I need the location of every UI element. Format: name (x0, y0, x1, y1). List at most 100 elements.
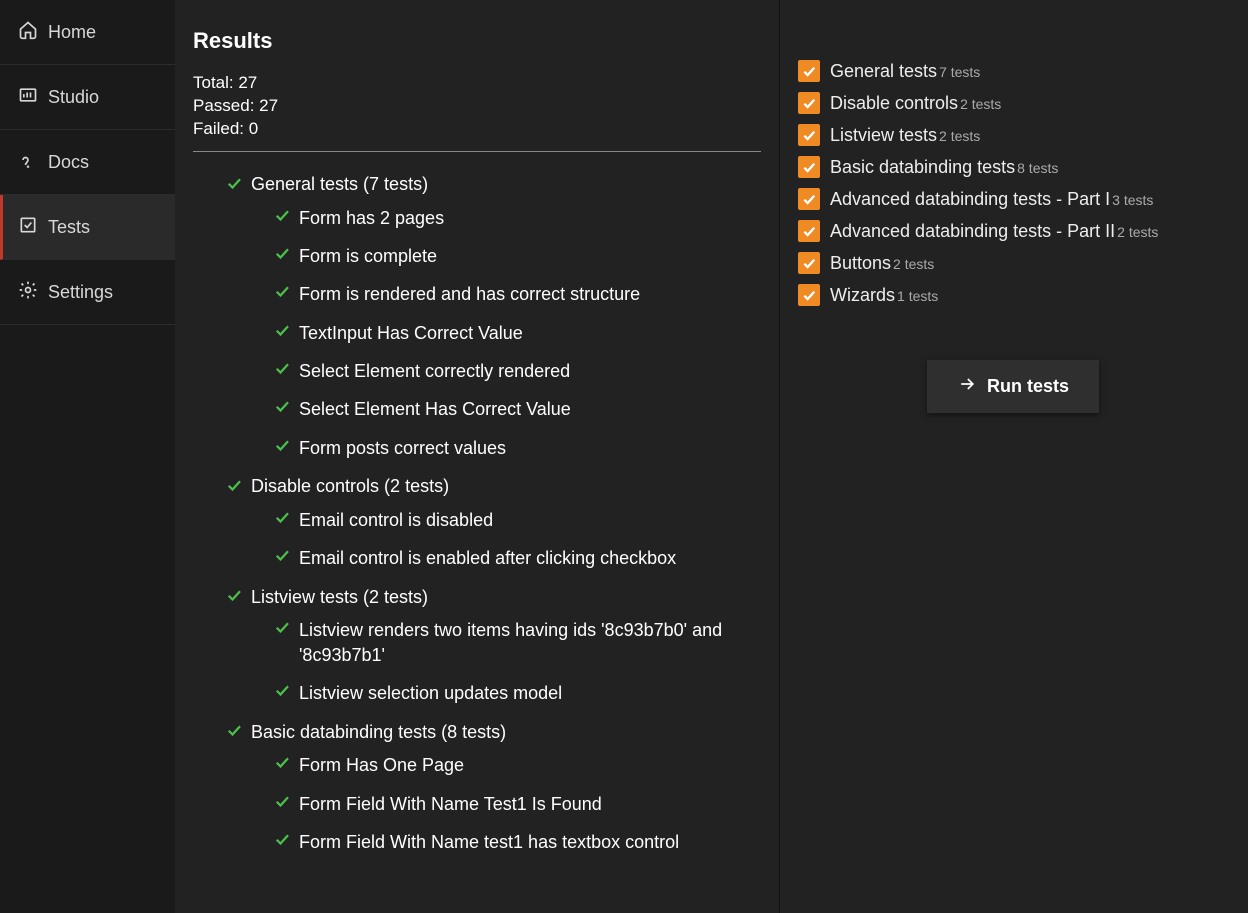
suite-row[interactable]: Basic databinding tests8 tests (798, 156, 1228, 178)
check-icon (273, 321, 291, 343)
checkbox[interactable] (798, 92, 820, 114)
results-body: General tests (7 tests) Form has 2 pages F… (175, 162, 779, 913)
suite-row[interactable]: Wizards1 tests (798, 284, 1228, 306)
checkbox[interactable] (798, 124, 820, 146)
test-label: Form posts correct values (299, 436, 506, 460)
test-item: Form Field With Name test1 has textbox c… (273, 826, 769, 858)
sidebar-item-tests[interactable]: Tests (0, 195, 175, 260)
sidebar-item-label: Docs (48, 152, 89, 173)
sidebar: Home Studio Docs Tests Settings (0, 0, 175, 913)
home-icon (18, 20, 38, 45)
group-label: General tests (7 tests) (251, 174, 428, 195)
check-icon (273, 436, 291, 458)
test-label: Listview selection updates model (299, 681, 562, 705)
suite-label: Listview tests2 tests (830, 125, 980, 146)
test-item: Form Field With Name Test1 Is Found (273, 788, 769, 820)
results-panel: Results Total: 27 Passed: 27 Failed: 0 G… (175, 0, 780, 913)
test-item: Form has 2 pages (273, 202, 769, 234)
arrow-right-icon (957, 374, 977, 399)
test-label: Email control is enabled after clicking … (299, 546, 676, 570)
test-item: Form is rendered and has correct structu… (273, 278, 769, 310)
sidebar-item-home[interactable]: Home (0, 0, 175, 65)
check-icon (273, 397, 291, 419)
test-label: Form has 2 pages (299, 206, 444, 230)
sidebar-item-label: Settings (48, 282, 113, 303)
checkbox[interactable] (798, 156, 820, 178)
test-label: Form Field With Name test1 has textbox c… (299, 830, 679, 854)
check-icon (273, 508, 291, 530)
check-icon (273, 753, 291, 775)
sidebar-item-studio[interactable]: Studio (0, 65, 175, 130)
sidebar-item-label: Tests (48, 217, 90, 238)
sidebar-item-docs[interactable]: Docs (0, 130, 175, 195)
results-title: Results (175, 28, 779, 54)
test-item: Email control is disabled (273, 504, 769, 536)
passed-label: Passed: 27 (193, 95, 779, 118)
divider (193, 151, 761, 152)
test-label: TextInput Has Correct Value (299, 321, 523, 345)
settings-icon (18, 280, 38, 305)
test-group-header: Basic databinding tests (8 tests) (225, 721, 769, 743)
studio-icon (18, 85, 38, 110)
suite-label: Basic databinding tests8 tests (830, 157, 1058, 178)
check-icon (273, 681, 291, 703)
test-group-header: Listview tests (2 tests) (225, 586, 769, 608)
suite-label: Advanced databinding tests - Part II2 te… (830, 221, 1158, 242)
checkbox[interactable] (798, 220, 820, 242)
docs-icon (18, 150, 38, 175)
test-item: Email control is enabled after clicking … (273, 542, 769, 574)
check-icon (273, 244, 291, 266)
suite-row[interactable]: Listview tests2 tests (798, 124, 1228, 146)
suite-row[interactable]: Advanced databinding tests - Part II2 te… (798, 220, 1228, 242)
suite-row[interactable]: Buttons2 tests (798, 252, 1228, 274)
checkbox[interactable] (798, 60, 820, 82)
test-label: Select Element Has Correct Value (299, 397, 571, 421)
sidebar-item-label: Home (48, 22, 96, 43)
check-icon (273, 792, 291, 814)
test-label: Select Element correctly rendered (299, 359, 570, 383)
suite-count: 7 tests (939, 64, 980, 80)
sidebar-item-settings[interactable]: Settings (0, 260, 175, 325)
suite-count: 8 tests (1017, 160, 1058, 176)
check-icon (225, 476, 243, 498)
test-item: Form Has One Page (273, 749, 769, 781)
test-item: Form is complete (273, 240, 769, 272)
total-label: Total: 27 (193, 72, 779, 95)
run-tests-button[interactable]: Run tests (927, 360, 1099, 413)
test-item: Listview renders two items having ids '8… (273, 614, 769, 671)
check-icon (273, 830, 291, 852)
suite-count: 3 tests (1112, 192, 1153, 208)
group-label: Basic databinding tests (8 tests) (251, 722, 506, 743)
group-label: Listview tests (2 tests) (251, 587, 428, 608)
suite-list: General tests7 tests Disable controls2 t… (798, 60, 1228, 306)
suite-label: Buttons2 tests (830, 253, 934, 274)
checkbox[interactable] (798, 252, 820, 274)
checkbox[interactable] (798, 188, 820, 210)
suite-count: 2 tests (960, 96, 1001, 112)
test-label: Listview renders two items having ids '8… (299, 618, 769, 667)
test-item: Select Element Has Correct Value (273, 393, 769, 425)
checkbox[interactable] (798, 284, 820, 306)
test-label: Form is complete (299, 244, 437, 268)
test-group-header: Disable controls (2 tests) (225, 476, 769, 498)
run-tests-label: Run tests (987, 376, 1069, 397)
main: Results Total: 27 Passed: 27 Failed: 0 G… (175, 0, 1248, 913)
suite-row[interactable]: Disable controls2 tests (798, 92, 1228, 114)
suite-row[interactable]: General tests7 tests (798, 60, 1228, 82)
failed-label: Failed: 0 (193, 118, 779, 141)
check-icon (273, 359, 291, 381)
test-label: Form Has One Page (299, 753, 464, 777)
suite-count: 2 tests (1117, 224, 1158, 240)
suite-label: General tests7 tests (830, 61, 980, 82)
tests-icon (18, 215, 38, 240)
suite-count: 2 tests (893, 256, 934, 272)
suite-label: Wizards1 tests (830, 285, 938, 306)
check-icon (273, 618, 291, 640)
test-label: Email control is disabled (299, 508, 493, 532)
suite-count: 2 tests (939, 128, 980, 144)
results-summary: Total: 27 Passed: 27 Failed: 0 (175, 72, 779, 141)
test-item: Select Element correctly rendered (273, 355, 769, 387)
suite-row[interactable]: Advanced databinding tests - Part I3 tes… (798, 188, 1228, 210)
sidebar-item-label: Studio (48, 87, 99, 108)
check-icon (225, 586, 243, 608)
